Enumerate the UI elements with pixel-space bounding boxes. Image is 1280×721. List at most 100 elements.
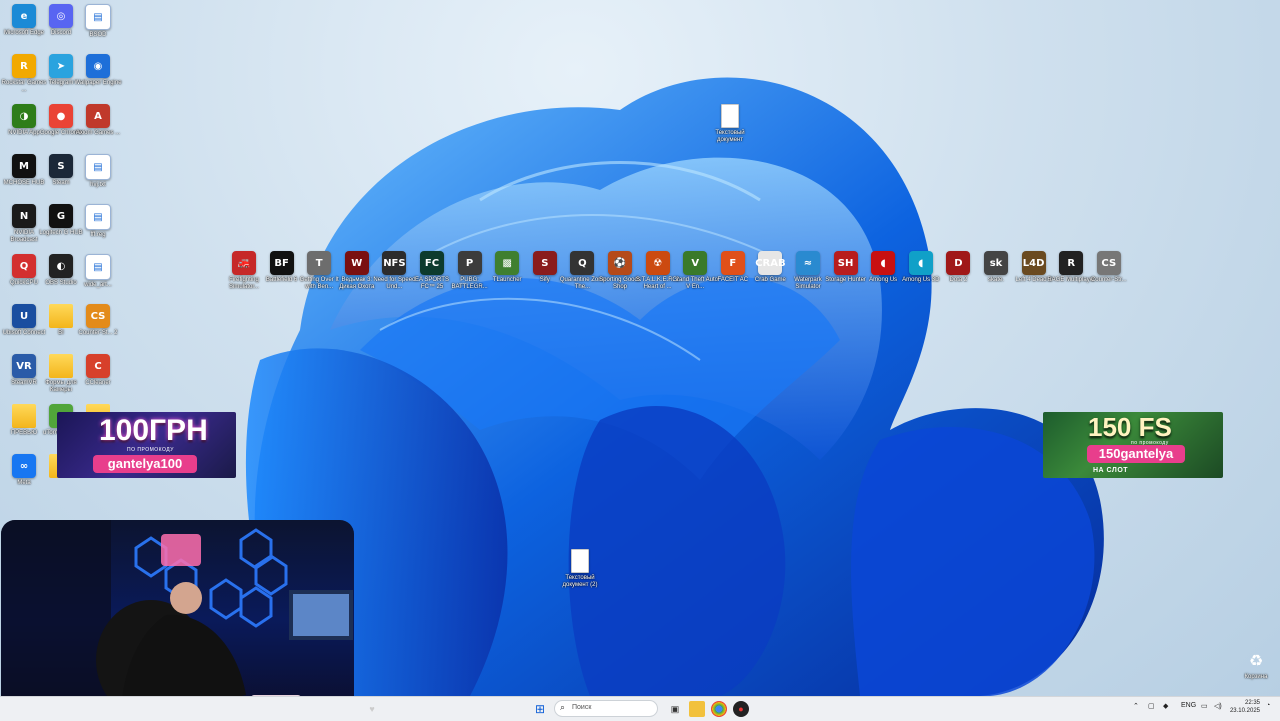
steam-icon: S: [49, 154, 73, 178]
game-icon: FC: [420, 251, 444, 275]
volume-icon[interactable]: ◁): [1214, 702, 1222, 710]
desktop-icon[interactable]: C CCleaner: [74, 354, 122, 387]
file-explorer-icon[interactable]: [689, 701, 705, 717]
folder-icon: [49, 354, 73, 378]
game-icon: F: [720, 251, 745, 275]
game-icon: R: [1059, 251, 1084, 275]
rockstar-icon: R: [12, 54, 36, 78]
game-icon: sk: [984, 251, 1008, 275]
promo-banner-left: 100ГРН ПО ПРОМОКОДУ gantelya100: [57, 412, 236, 478]
language-indicator[interactable]: ENG: [1181, 702, 1196, 709]
desktop-icon[interactable]: ▤ hvj.txt: [74, 154, 122, 189]
recycle-bin-icon: ♻: [1248, 650, 1264, 670]
promo-subtitle: ПО ПРОМОКОДУ: [127, 447, 174, 453]
folder-icon: [49, 304, 73, 328]
game-icon: ≈: [796, 251, 820, 275]
telegram-icon: ➤: [49, 54, 73, 78]
text-document-icon: [721, 104, 739, 128]
ubisoft-icon: U: [12, 304, 36, 328]
desktop-icon-label: Текстовый документ (2): [562, 575, 598, 588]
search-placeholder: Поиск: [572, 704, 592, 711]
text-document-icon: [571, 549, 589, 573]
meta-icon: ∞: [12, 454, 36, 478]
shortcut-file-icon: ▤: [85, 254, 111, 280]
steamvr-icon: VR: [12, 354, 36, 378]
obs-icon: ◐: [49, 254, 73, 278]
task-view-icon[interactable]: ▣: [667, 701, 683, 717]
game-icon: 🚒: [232, 251, 256, 275]
desktop-icon[interactable]: ▤ wide_art...: [74, 254, 122, 289]
tray-overflow-chevron-icon[interactable]: ⌃: [1133, 702, 1139, 710]
tray-app-icon[interactable]: ▢: [1148, 702, 1155, 710]
desktop-icon-recycle-bin[interactable]: ♻ Корзина: [1232, 648, 1280, 681]
desktop-icon-label: fff.reg: [90, 232, 106, 238]
promo-amount: 150 FS: [1088, 412, 1172, 442]
promo-extra: НА СЛОТ: [1093, 467, 1129, 474]
desktop-icon-label: Axiom Games ...: [75, 130, 121, 136]
discord-icon: ◎: [49, 4, 73, 28]
desktop-icon[interactable]: A Axiom Games ...: [74, 104, 122, 137]
search-icon: ⌕: [560, 702, 566, 712]
shortcut-file-icon: ▤: [85, 154, 111, 180]
mchose-icon: M: [12, 154, 36, 178]
axiom-icon: A: [86, 104, 110, 128]
promo-code: gantelya100: [93, 455, 197, 473]
wallpaper-engine-icon: ◉: [86, 54, 110, 78]
desktop-icon-label: Counter-St... 2: [78, 330, 118, 336]
game-icon: ☢: [645, 251, 670, 275]
nvidia-icon: ◑: [12, 104, 36, 128]
game-icon: ◖: [908, 251, 933, 275]
game-icon: ⚽: [608, 251, 632, 275]
desktop-icon-label: Корзина: [1244, 674, 1268, 680]
desktop-icon-label: hvj.txt: [90, 182, 106, 188]
shortcut-file-icon: ▤: [85, 4, 111, 30]
desktop-icon-text-document[interactable]: Текстовый документ: [706, 104, 754, 144]
game-icon: ▩: [495, 251, 520, 275]
desktop-icon-text-document-2[interactable]: Текстовый документ (2): [556, 549, 604, 589]
desktop-icon-label: BSOD: [89, 32, 107, 38]
promo-amount: 100ГРН: [99, 414, 208, 447]
game-icon: S: [532, 251, 557, 275]
game-icon: CS: [1096, 251, 1121, 275]
desktop-icon-label: Counter-Str...: [1090, 277, 1127, 283]
taskbar: ♥ ⊞ ⌕ Поиск ▣ ● ⌃ ▢ ◆ ENG ▭ ◁) 22:35 23.…: [0, 696, 1280, 721]
quickcpu-icon: Q: [12, 254, 36, 278]
game-icon: SH: [833, 251, 858, 275]
game-icon: P: [457, 251, 482, 275]
search-input[interactable]: ⌕ Поиск: [554, 700, 658, 717]
desktop-icon[interactable]: ▤ fff.reg: [74, 204, 122, 239]
heart-icon: ♥: [369, 704, 375, 714]
game-icon: W: [344, 251, 369, 275]
folder-icon: [12, 404, 36, 428]
desktop-icon[interactable]: ▤ BSOD: [74, 4, 122, 39]
shortcut-file-icon: ▤: [85, 204, 111, 230]
logitech-icon: G: [49, 204, 73, 228]
start-button[interactable]: ⊞: [532, 701, 548, 717]
promo-banner-right: 150 FS по промокоду 150gantelya НА СЛОТ: [1043, 412, 1223, 478]
desktop-icon-label: Wallpaper Engine: [74, 80, 122, 86]
promo-code: 150gantelya: [1087, 445, 1185, 463]
game-icon: NFS: [382, 251, 407, 275]
desktop-icon-label: Текстовый документ: [715, 130, 745, 143]
ccleaner-icon: C: [86, 354, 110, 378]
webcam-scene: [1, 520, 353, 696]
chrome-icon: ●: [49, 104, 73, 128]
desktop-icon[interactable]: ◉ Wallpaper Engine: [74, 54, 122, 87]
network-icon[interactable]: ▭: [1201, 702, 1208, 710]
clock-time: 22:35: [1244, 700, 1260, 706]
desktop-icon-label: Meta: [17, 480, 31, 486]
notification-bell-icon[interactable]: ◔: [1266, 702, 1270, 709]
game-icon: D: [946, 251, 971, 275]
desktop-icon-label: CCleaner: [85, 380, 111, 386]
desktop-icon[interactable]: CS Counter-St... 2: [74, 304, 122, 337]
game-icon: L4D: [1021, 251, 1046, 275]
chrome-taskbar-icon[interactable]: [711, 701, 727, 717]
cs2-icon: CS: [86, 304, 110, 328]
tray-shield-icon[interactable]: ◆: [1163, 702, 1168, 710]
nvidia-broadcast-icon: N: [12, 204, 36, 228]
desktop-icon-game[interactable]: CS Counter-Str...: [1085, 251, 1133, 284]
game-icon: Q: [570, 251, 595, 275]
game-icon: CRAB: [755, 251, 786, 275]
obs-taskbar-icon[interactable]: ●: [733, 701, 749, 717]
taskbar-clock[interactable]: 22:35 23.10.2025: [1226, 699, 1260, 715]
